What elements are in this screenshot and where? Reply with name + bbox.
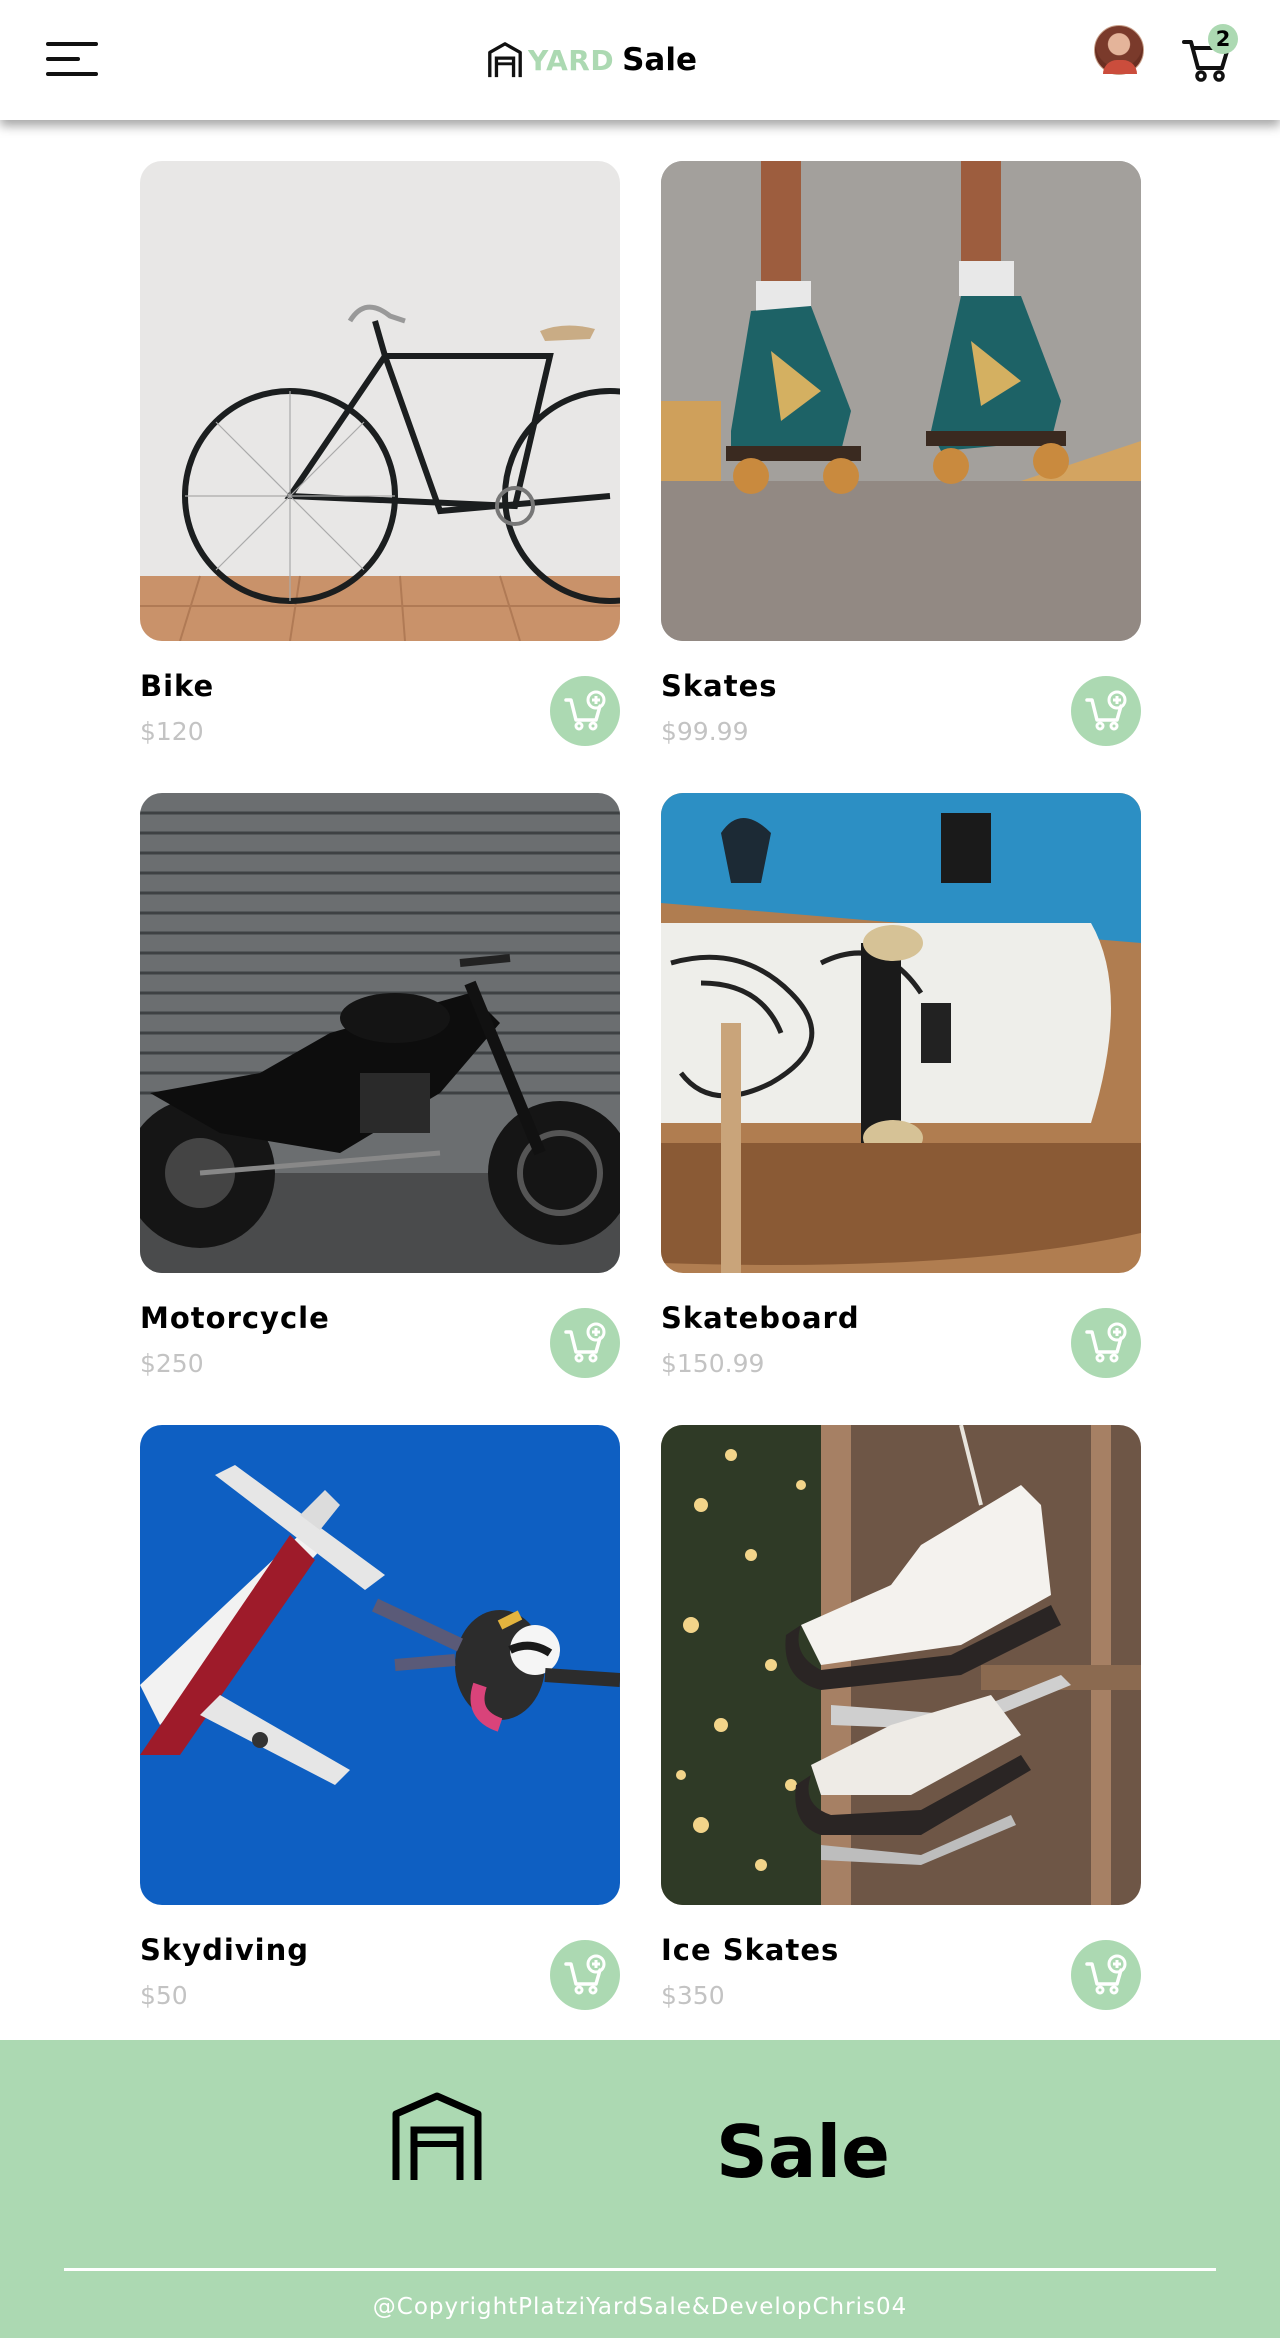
product-image-roller-skates[interactable] [661,161,1141,641]
product-price: $50 [140,1981,188,2010]
product-name: Skateboard [661,1301,860,1335]
top-navbar: YARD Sale 2 [0,0,1280,120]
product-name: Skydiving [140,1933,310,1967]
product-name: Motorcycle [140,1301,330,1335]
footer-divider [64,2268,1216,2271]
product-price: $350 [661,1981,725,2010]
product-price: $250 [140,1349,204,1378]
add-to-cart-icon [564,1322,606,1363]
cart-button[interactable]: 2 [1182,24,1238,84]
add-to-cart-icon [1085,690,1127,731]
product-card[interactable]: Skates $99.99 [661,161,1141,761]
product-image-bicycle[interactable] [140,161,620,641]
logo-yard-text: YARD [528,43,615,77]
add-to-cart-button[interactable] [1071,1308,1141,1378]
product-price: $150.99 [661,1349,765,1378]
footer: Sale @CopyrightPlatziYardSale&DevelopChr… [0,2040,1280,2338]
add-to-cart-icon [1085,1322,1127,1363]
product-price: $120 [140,717,204,746]
add-to-cart-button[interactable] [1071,676,1141,746]
product-card[interactable]: Ice Skates $350 [661,1425,1141,2025]
product-card[interactable]: Bike $120 [140,161,620,761]
product-image-ice-skates[interactable] [661,1425,1141,1905]
garage-logo-icon [488,42,522,78]
product-card[interactable]: Skateboard $150.99 [661,793,1141,1393]
avatar[interactable] [1094,25,1144,75]
product-name: Ice Skates [661,1933,840,1967]
menu-icon[interactable] [46,38,98,80]
product-image-skateboard[interactable] [661,793,1141,1273]
add-to-cart-button[interactable] [550,1308,620,1378]
logo[interactable]: YARD Sale [486,36,697,84]
add-to-cart-button[interactable] [550,1940,620,2010]
product-image-skydiving[interactable] [140,1425,620,1905]
cart-count-badge: 2 [1208,24,1238,54]
add-to-cart-icon [1085,1954,1127,1995]
add-to-cart-button[interactable] [550,676,620,746]
product-name: Bike [140,669,215,703]
footer-copyright: @CopyrightPlatziYardSale&DevelopChris04 [372,2294,908,2320]
add-to-cart-button[interactable] [1071,1940,1141,2010]
product-card[interactable]: Skydiving $50 [140,1425,620,2025]
product-price: $99.99 [661,717,749,746]
logo-sale-text: Sale [622,42,697,78]
product-name: Skates [661,669,778,703]
product-card[interactable]: Motorcycle $250 [140,793,620,1393]
footer-sale-text: Sale [716,2110,890,2194]
add-to-cart-icon [564,1954,606,1995]
garage-logo-icon [392,2092,482,2180]
product-image-motorcycle[interactable] [140,793,620,1273]
add-to-cart-icon [564,690,606,731]
